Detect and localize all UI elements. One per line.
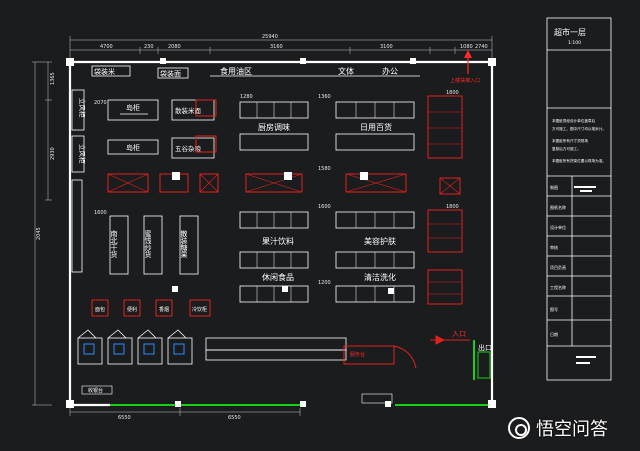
title-block-scale: 1:100 (568, 40, 581, 46)
watermark-logo-icon (508, 417, 530, 439)
label-checkout: 收银台 (88, 387, 103, 394)
label-exit: 出口 (478, 343, 492, 352)
floor-plan-drawing: 25940 4700 230 2080 3160 3100 1080 2740 … (32, 17, 612, 421)
watermark: 悟空问答 (508, 414, 608, 442)
title-row-4: 审核 (550, 244, 558, 250)
section-kitchen: 厨房调味 (258, 122, 290, 132)
section-snacks: 休闲食品 (262, 272, 294, 282)
dim-left-seg-1: 1365 (50, 72, 56, 85)
right-wall-red-racks (427, 95, 463, 305)
dim-aisle-5: 1200 (318, 280, 331, 286)
label-cold-drinks: 冷饮柜 (192, 306, 207, 313)
label-island-2: 岛柜 (126, 143, 140, 152)
exit-door (477, 351, 491, 379)
left-dimension-lines (32, 61, 52, 406)
label-stationery: 文体 (338, 66, 354, 76)
title-row-1: 制图 (550, 184, 558, 190)
title-block-frame (546, 17, 612, 381)
label-cooking-oil: 食用油区 (220, 66, 252, 76)
watermark-text: 悟空问答 (536, 419, 608, 440)
dim-aisle-4: 1600 (318, 204, 331, 210)
checkout-counters (77, 329, 193, 365)
label-upstairs-entrance: 上楼扶梯入口 (450, 77, 480, 84)
label-cold-cabinet-1: 立风柜 (78, 98, 87, 118)
dim-top-seg-6: 1080 (460, 44, 473, 50)
dim-aisle-1: 1280 (240, 94, 253, 100)
label-cold-cabinet-2: 立风柜 (78, 144, 87, 164)
label-dried-goods: 南北干货 (110, 229, 118, 259)
dim-misc-2: 1600 (94, 210, 107, 216)
label-office: 办公 (382, 66, 398, 76)
label-bulk-rice: 散装米面 (175, 106, 202, 115)
dim-left-height: 2045 (36, 227, 42, 240)
title-row-8: 日期 (550, 331, 558, 337)
title-note-1: 本图纸须经设计单位盖章后 (552, 118, 596, 123)
dim-top-seg-5: 3100 (380, 44, 393, 50)
title-note-4: 复核后方可施工。 (552, 146, 581, 151)
title-note-5: 本图纸所有货架位置以现场为准。 (552, 158, 606, 163)
dim-right-1: 1800 (446, 90, 459, 96)
title-note-3: 本图纸所有尺寸须现场 (552, 138, 588, 143)
dim-aisle-2: 1360 (318, 94, 331, 100)
checkout-blue-marks (83, 343, 185, 355)
section-cleaning: 清洁洗化 (364, 272, 396, 282)
label-island-1: 岛柜 (126, 103, 140, 112)
dim-top-seg-7: 2740 (475, 44, 488, 50)
label-entrance: 入口 (452, 330, 466, 338)
right-wall-red-rack-lines (428, 111, 462, 295)
title-note-2: 方可施工，图中尺寸均以毫米计。 (552, 126, 606, 131)
dim-bottom-right: 6550 (228, 415, 241, 421)
title-block-marks (574, 186, 596, 364)
title-row-5: 项目负责 (550, 264, 566, 270)
dim-total-width: 25940 (262, 34, 278, 40)
dim-bottom-left: 6550 (118, 415, 131, 421)
label-service-desk: 服务台 (350, 351, 365, 358)
title-row-6: 工程名称 (550, 284, 566, 290)
label-bulk-candy: 散装糖果 (180, 229, 188, 259)
label-bag-noodle: 袋装面 (160, 69, 181, 78)
shelving-rows (239, 101, 415, 303)
section-beauty: 美容护肤 (364, 236, 396, 246)
label-candied: 蜜饯炒货 (144, 229, 152, 259)
dim-aisle-3: 1580 (318, 166, 331, 172)
bottom-display-counter (205, 337, 347, 361)
dim-top-seg-4: 3160 (270, 44, 283, 50)
dim-top-seg-2: 230 (144, 44, 154, 50)
label-convenience: 便利 (127, 306, 137, 313)
title-row-3: 设计单位 (550, 224, 566, 230)
dim-misc-1: 2070 (94, 100, 107, 106)
dim-top-seg-3: 2080 (168, 44, 181, 50)
bottom-dimension-lines (69, 408, 301, 416)
label-bag-rice: 袋装米 (94, 67, 115, 76)
section-daily: 日用百货 (360, 122, 392, 132)
floor-plan-canvas: 25940 4700 230 2080 3160 3100 1080 2740 … (0, 0, 640, 451)
dim-left-seg-2: 2930 (50, 147, 56, 160)
dim-right-2: 1800 (446, 204, 459, 210)
label-cigarettes: 香烟 (159, 306, 169, 313)
dim-top-seg-1: 4700 (100, 44, 113, 50)
top-wall-fixtures (91, 65, 420, 79)
shelf-dividers (256, 102, 395, 302)
label-bread: 面包 (95, 306, 105, 313)
title-row-2: 图纸名称 (550, 204, 566, 210)
title-row-7: 图号 (550, 306, 558, 312)
outer-walls (68, 60, 494, 407)
title-block-title: 超市一层 (554, 27, 586, 37)
section-juice: 果汁饮料 (262, 236, 294, 246)
